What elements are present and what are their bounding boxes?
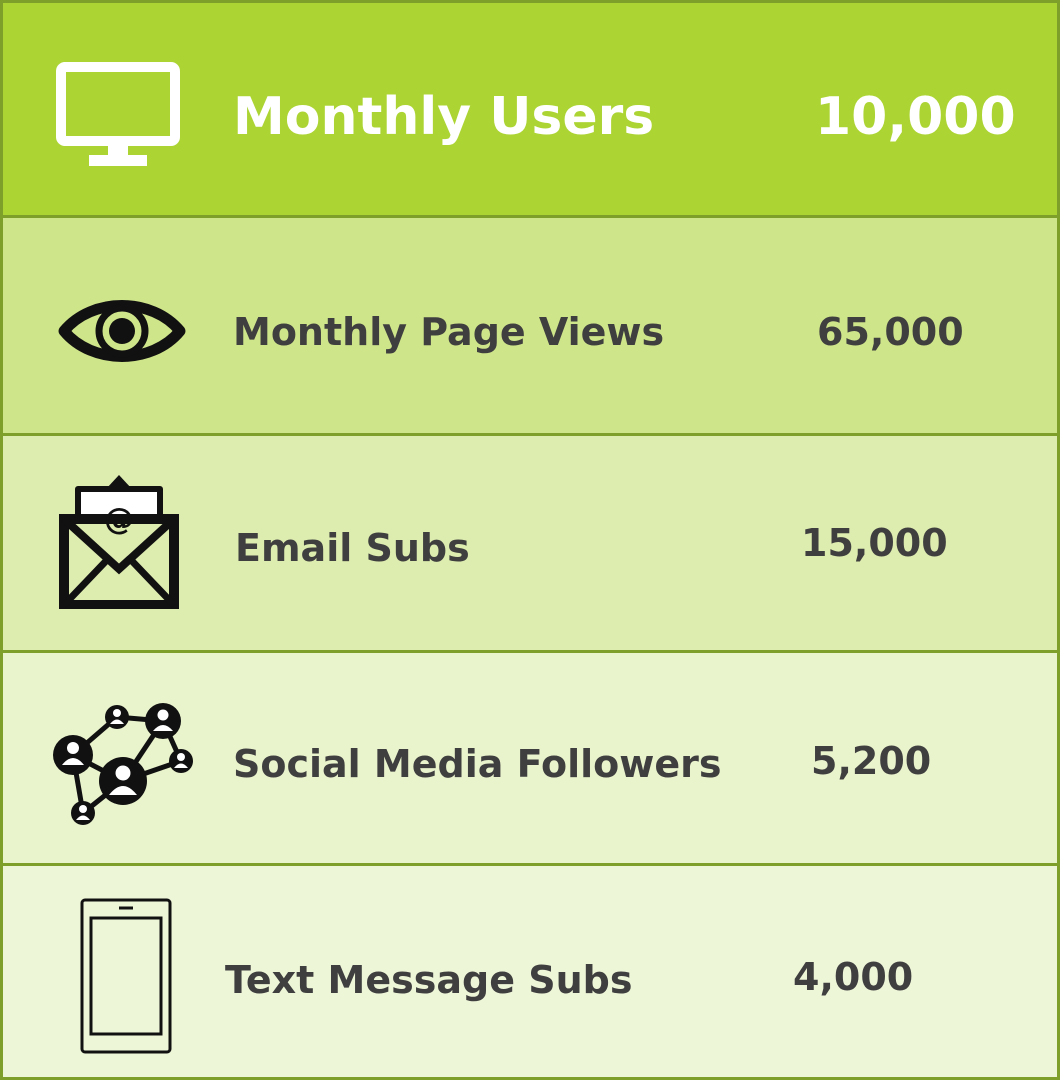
stat-label: Monthly Users bbox=[233, 87, 655, 147]
monitor-icon bbox=[56, 62, 180, 166]
stat-value: 65,000 bbox=[817, 310, 964, 354]
svg-text:@: @ bbox=[104, 502, 134, 537]
social-network-icon bbox=[53, 703, 193, 825]
smartphone-icon bbox=[80, 898, 172, 1054]
stat-row-text-subs: Text Message Subs 4,000 bbox=[3, 866, 1057, 1077]
stat-row-social-followers: Social Media Followers 5,200 bbox=[3, 653, 1057, 866]
stats-panel: Monthly Users 10,000 Monthly Page Views … bbox=[0, 0, 1060, 1080]
stat-value: 4,000 bbox=[793, 955, 914, 999]
stat-value: 10,000 bbox=[815, 87, 1016, 147]
eye-icon bbox=[58, 300, 186, 362]
stat-label: Social Media Followers bbox=[233, 742, 722, 786]
stat-label: Text Message Subs bbox=[225, 958, 633, 1002]
stat-row-email-subs: @ Email Subs 15,000 bbox=[3, 436, 1057, 653]
stat-row-monthly-users: Monthly Users 10,000 bbox=[3, 3, 1057, 218]
stat-label: Email Subs bbox=[235, 526, 470, 570]
stat-value: 5,200 bbox=[811, 739, 932, 783]
stat-row-page-views: Monthly Page Views 65,000 bbox=[3, 218, 1057, 436]
stat-label: Monthly Page Views bbox=[233, 310, 665, 354]
email-envelope-icon: @ bbox=[59, 475, 179, 609]
stat-value: 15,000 bbox=[801, 521, 948, 565]
